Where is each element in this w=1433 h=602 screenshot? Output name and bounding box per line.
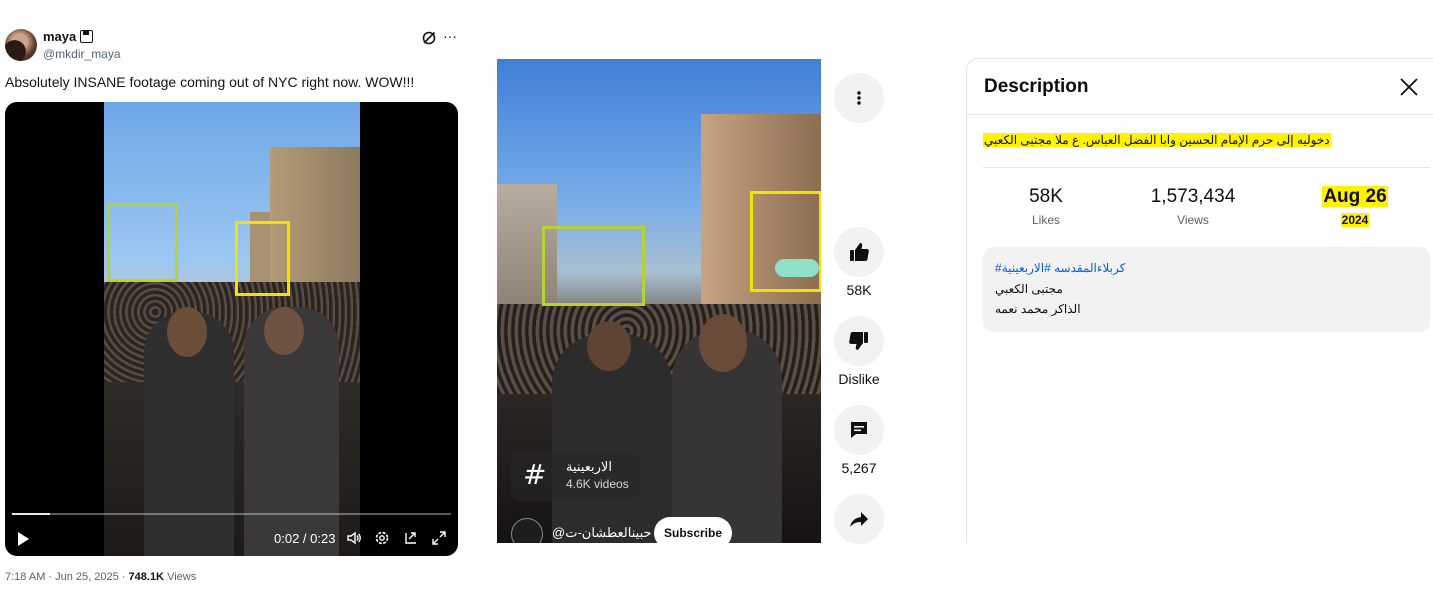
views-label: Views [1177,213,1209,227]
channel-name[interactable]: @حبينالعطشان-ت [552,525,652,541]
tweet-timestamp[interactable]: 7:18 AM · Jun 25, 2025 · [5,571,129,583]
close-icon[interactable] [1399,77,1419,97]
settings-icon[interactable] [374,530,390,546]
video-player[interactable]: 0:02 / 0:23 [5,102,458,556]
view-count: 748.1K [128,571,165,583]
dislike-label: Dislike [838,371,880,387]
share-button[interactable] [834,494,884,544]
comment-count: 5,267 [841,460,877,476]
fullscreen-icon[interactable] [431,530,447,546]
likes-label: Likes [1031,213,1060,227]
video-progress-fill [12,513,51,515]
grok-icon[interactable] [421,30,437,46]
hashtag-title: الاربعينية [566,459,612,474]
more-options-icon[interactable]: ··· [443,28,457,44]
avatar[interactable] [5,29,37,61]
highlight-box-yellow [750,191,821,292]
like-button[interactable] [834,227,884,277]
thumbs-down-icon [849,332,868,350]
stat-views: 1,573,434 Views [1133,186,1253,227]
description-line-1: مجتبى الكعبي [995,282,1063,296]
date-year: 2024 [1340,213,1370,227]
short-video[interactable]: # الاربعينية 4.6K videos @حبينالعطشان-ت … [497,59,821,543]
date-value: Aug 26 [1322,186,1388,207]
stat-date: Aug 26 2024 [1295,186,1415,227]
description-panel: Description دخوليه إلى حرم الإمام الحسين… [966,58,1433,543]
description-line-2: الذاكر محمد نعمه [995,302,1081,316]
hashtag-video-count: 4.6K videos [566,477,629,491]
views-value: 1,573,434 [1150,186,1236,207]
highlight-box-lime [542,226,645,306]
share-icon [850,512,868,527]
highlight-box-yellow [235,221,290,296]
more-actions-button[interactable] [834,73,884,123]
floppy-disk-icon [80,30,94,43]
video-frame [104,102,360,556]
comment-icon [851,422,867,438]
divider [983,167,1430,168]
vertical-dots-icon [857,91,861,105]
like-count: 58K [846,282,872,298]
video-time: 0:02 / 0:23 [274,531,336,546]
likes-value: 58K [1029,186,1063,207]
volume-icon[interactable] [346,530,362,546]
stat-likes: 58K Likes [986,186,1106,227]
highlight-box-lime [107,203,178,282]
hashtag-card[interactable]: # الاربعينية 4.6K videos [511,451,639,501]
video-progress-bar[interactable] [12,513,451,515]
views-label: Views [164,571,197,583]
description-title: Description [984,76,1089,97]
subscribe-button[interactable]: Subscribe [654,517,732,543]
pip-icon[interactable] [403,530,419,546]
comments-button[interactable] [834,405,884,455]
description-body: #كربلاءالمقدسه #الاربعينية مجتبى الكعبي … [983,247,1430,332]
hashtag-links[interactable]: #كربلاءالمقدسه #الاربعينية [995,261,1125,275]
dislike-button[interactable] [834,316,884,366]
tweet-text: Absolutely INSANE footage coming out of … [5,74,415,90]
play-icon[interactable] [18,532,29,546]
user-handle[interactable]: @mkdir_maya [43,47,121,61]
channel-avatar[interactable] [511,518,543,543]
display-name[interactable]: maya [43,29,76,44]
tweet-card: maya @mkdir_maya ··· Absolutely INSANE f… [0,0,470,602]
hashtag-icon: # [523,458,547,491]
description-text: دخوليه إلى حرم الإمام الحسين وابا الفضل … [983,133,1331,147]
author-row: maya [43,29,94,44]
tweet-meta: 7:18 AM · Jun 25, 2025 · 748.1K Views [5,571,196,583]
thumbs-up-icon [850,243,869,261]
description-header: Description [967,59,1433,115]
